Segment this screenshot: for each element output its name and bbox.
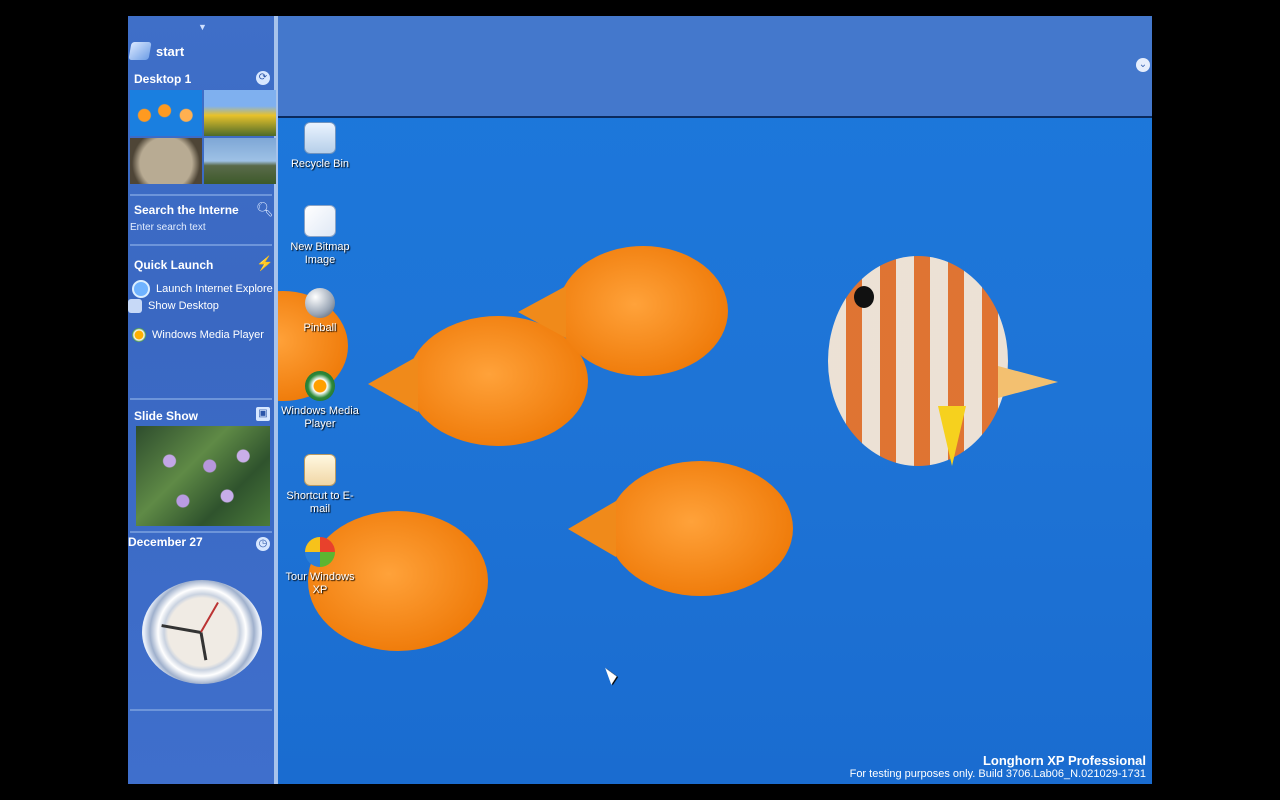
watermark-build: For testing purposes only. Build 3706.La… [849,768,1146,780]
desktop-switch-icon[interactable]: ⟳ [256,71,270,85]
divider [130,531,272,533]
desktop-icon-label: Shortcut to E-mail [286,490,354,515]
search-icon[interactable]: 🔍︎ [256,202,274,216]
slide-show-image[interactable] [136,426,270,526]
divider [130,398,272,400]
desktop-thumbnail[interactable] [204,138,276,184]
screen: ▼ start Desktop 1 ⟳ Search the Interne 🔍… [128,16,1152,784]
media-player-icon [132,328,146,342]
date-label: December 27 [128,535,203,549]
desktop-thumbnails [130,90,276,184]
collapse-chevron-icon[interactable]: ⌄ [1136,58,1150,72]
desktop-icon-tour[interactable]: Tour Windows XP [280,537,360,597]
wallpaper-fish [568,446,793,611]
email-icon [304,454,336,486]
top-band: ⌄ [278,16,1152,118]
tour-icon [305,537,335,567]
desktop-icon-label: New Bitmap Image [290,241,350,266]
desktop-icon-label: Pinball [303,322,337,334]
desktop-icon-media-player[interactable]: Windows Media Player [280,371,360,431]
desktop-icon-recycle-bin[interactable]: Recycle Bin [280,122,360,171]
mouse-cursor-icon [605,665,619,685]
desktop-thumbnail[interactable] [130,138,202,184]
quick-launch-label: Show Desktop [148,300,219,312]
lightning-icon: ⚡ [256,255,274,271]
desktop-icon-bitmap[interactable]: New Bitmap Image [280,205,360,267]
pinball-icon [305,288,335,318]
desktop-icon-label: Windows Media Player [281,405,359,430]
quick-launch-show-desktop[interactable]: Show Desktop [128,299,219,313]
clock-hour-hand [199,632,208,661]
build-watermark: Longhorn XP Professional For testing pur… [850,753,1146,780]
desktop[interactable]: ⌄ Recycle Bin New Bitmap Image Pinball W… [278,16,1152,784]
wallpaper-butterflyfish [798,246,1058,496]
desktop-title: Desktop 1 [134,72,192,86]
quick-launch-internet-explorer[interactable]: Launch Internet Explore [132,280,273,298]
desktop-thumbnail[interactable] [130,90,202,136]
quick-launch-label: Launch Internet Explore [156,283,273,295]
desktop-icon-pinball[interactable]: Pinball [280,288,360,335]
search-title: Search the Interne [134,203,239,217]
quick-launch-label: Windows Media Player [152,329,264,341]
wallpaper-fish [518,231,728,391]
desktop-icon-email[interactable]: Shortcut to E-mail [280,454,360,516]
start-label: start [156,43,185,59]
clock-second-hand [200,602,219,633]
divider [130,244,272,246]
internet-explorer-icon [132,280,150,298]
start-button[interactable]: start [128,42,185,60]
quick-launch-media-player[interactable]: Windows Media Player [132,328,264,342]
divider [130,709,272,711]
desktop-icon-label: Tour Windows XP [285,571,355,596]
sidebar-menu-arrow-icon[interactable]: ▼ [198,22,207,32]
camera-icon[interactable]: ▣ [256,407,270,421]
windows-logo-icon [128,42,152,60]
show-desktop-icon [128,299,142,313]
desktop-thumbnail[interactable] [204,90,276,136]
clock-icon[interactable]: ◷ [256,537,270,551]
quick-launch-title: Quick Launch [134,258,214,272]
recycle-bin-icon [304,122,336,154]
analog-clock [142,580,262,684]
desktop-icon-label: Recycle Bin [290,158,350,170]
slide-show-title: Slide Show [134,409,199,423]
watermark-title: Longhorn XP Professional [982,753,1146,768]
bitmap-icon [304,205,336,237]
clock-minute-hand [161,624,202,634]
divider [130,194,272,196]
media-player-icon [305,371,335,401]
search-input[interactable]: Enter search text [130,222,272,233]
sidebar: ▼ start Desktop 1 ⟳ Search the Interne 🔍… [128,16,278,784]
